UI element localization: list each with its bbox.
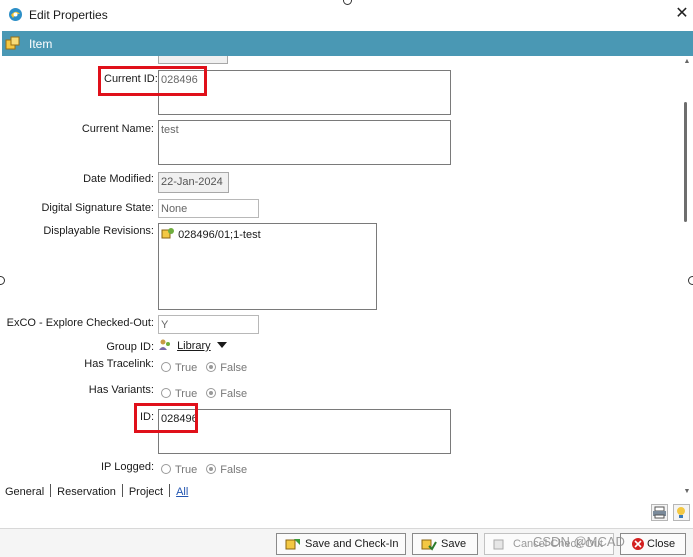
displayable-revisions-list[interactable]: 028496/01;1-test <box>158 223 377 310</box>
digital-signature-state-field[interactable]: None <box>158 199 259 218</box>
exco-explore-checked-out-label: ExCO - Explore Checked-Out: <box>6 317 154 329</box>
window-title: Edit Properties <box>29 8 108 22</box>
item-revision-icon <box>161 228 174 239</box>
ip-logged-false-option[interactable]: False <box>206 464 247 476</box>
save-button[interactable]: Save <box>412 533 478 555</box>
property-tabs: General Reservation Project All <box>5 484 194 498</box>
item-icon <box>5 36 20 50</box>
radio-unchecked-icon <box>161 464 171 474</box>
has-variants-false-option[interactable]: False <box>206 388 247 400</box>
group-id-text[interactable]: Library <box>177 340 211 352</box>
highlight-current-id <box>98 66 207 96</box>
print-button[interactable] <box>651 504 668 521</box>
save-and-check-in-button[interactable]: Save and Check-In <box>276 533 406 555</box>
list-item[interactable]: 028496/01;1-test <box>161 227 374 241</box>
radio-checked-icon <box>206 464 217 474</box>
displayable-revisions-label: Displayable Revisions: <box>43 225 154 237</box>
help-icon <box>677 507 685 518</box>
section-header: Item <box>2 31 693 56</box>
id-field[interactable]: 028496 <box>158 409 451 454</box>
scroll-down-icon[interactable]: ▼ <box>683 488 691 496</box>
vertical-scrollbar[interactable]: ▲ ▼ <box>683 58 691 498</box>
app-icon <box>9 8 22 21</box>
close-icon <box>632 538 644 550</box>
current-name-field[interactable]: test <box>158 120 451 165</box>
has-tracelink-true-option[interactable]: True <box>161 362 197 374</box>
current-name-label: Current Name: <box>81 123 154 135</box>
date-modified-label: Date Modified: <box>83 173 154 185</box>
section-title: Item <box>29 37 53 51</box>
scrollbar-thumb[interactable] <box>684 102 687 222</box>
radio-unchecked-icon <box>161 388 171 398</box>
exco-explore-checked-out-value: Y <box>161 319 169 331</box>
scroll-up-icon[interactable]: ▲ <box>683 58 691 66</box>
has-variants-true-option[interactable]: True <box>161 388 197 400</box>
dropdown-arrow-icon[interactable] <box>216 341 227 349</box>
ip-logged-true-option[interactable]: True <box>161 464 197 476</box>
has-variants-radio-group: True False <box>161 388 253 400</box>
tab-general[interactable]: General <box>5 486 50 498</box>
save-and-check-in-label: Save and Check-In <box>305 538 399 550</box>
has-tracelink-radio-group: True False <box>161 362 253 374</box>
cancel-checkout-icon <box>493 539 504 550</box>
has-tracelink-false-option[interactable]: False <box>206 362 247 374</box>
date-modified-value: 22-Jan-2024 <box>161 176 223 188</box>
highlight-id <box>134 403 198 433</box>
save-checkin-icon <box>285 539 300 550</box>
help-button[interactable] <box>673 504 690 521</box>
exco-explore-checked-out-field[interactable]: Y <box>158 315 259 334</box>
digital-signature-state-value: None <box>161 203 188 215</box>
watermark: CSDN @MCAD <box>533 534 625 549</box>
radio-checked-icon <box>206 362 217 372</box>
ip-logged-radio-group: True False <box>161 464 253 476</box>
has-tracelink-label: Has Tracelink: <box>84 358 154 370</box>
tab-project[interactable]: Project <box>123 486 169 498</box>
close-button[interactable]: Close <box>620 533 686 555</box>
close-label: Close <box>647 538 676 550</box>
current-name-value: test <box>161 124 179 136</box>
partial-field <box>158 56 228 64</box>
tab-reservation[interactable]: Reservation <box>51 486 122 498</box>
digital-signature-state-label: Digital Signature State: <box>41 202 154 214</box>
has-variants-label: Has Variants: <box>88 384 154 396</box>
properties-panel: Current ID: 028496 Current Name: test Da… <box>2 56 693 530</box>
save-icon <box>421 539 437 551</box>
save-label: Save <box>441 538 467 550</box>
date-modified-field: 22-Jan-2024 <box>158 172 229 193</box>
print-icon <box>653 506 666 519</box>
radio-unchecked-icon <box>161 362 171 372</box>
ip-logged-label: IP Logged: <box>100 461 154 473</box>
window-close-icon[interactable]: ✕ <box>674 5 690 23</box>
group-icon <box>159 339 170 350</box>
group-id-label: Group ID: <box>106 341 154 353</box>
group-id-value[interactable]: Library <box>158 338 227 352</box>
radio-checked-icon <box>206 388 217 398</box>
revision-label: 028496/01;1-test <box>178 229 261 241</box>
tab-all[interactable]: All <box>170 486 194 498</box>
